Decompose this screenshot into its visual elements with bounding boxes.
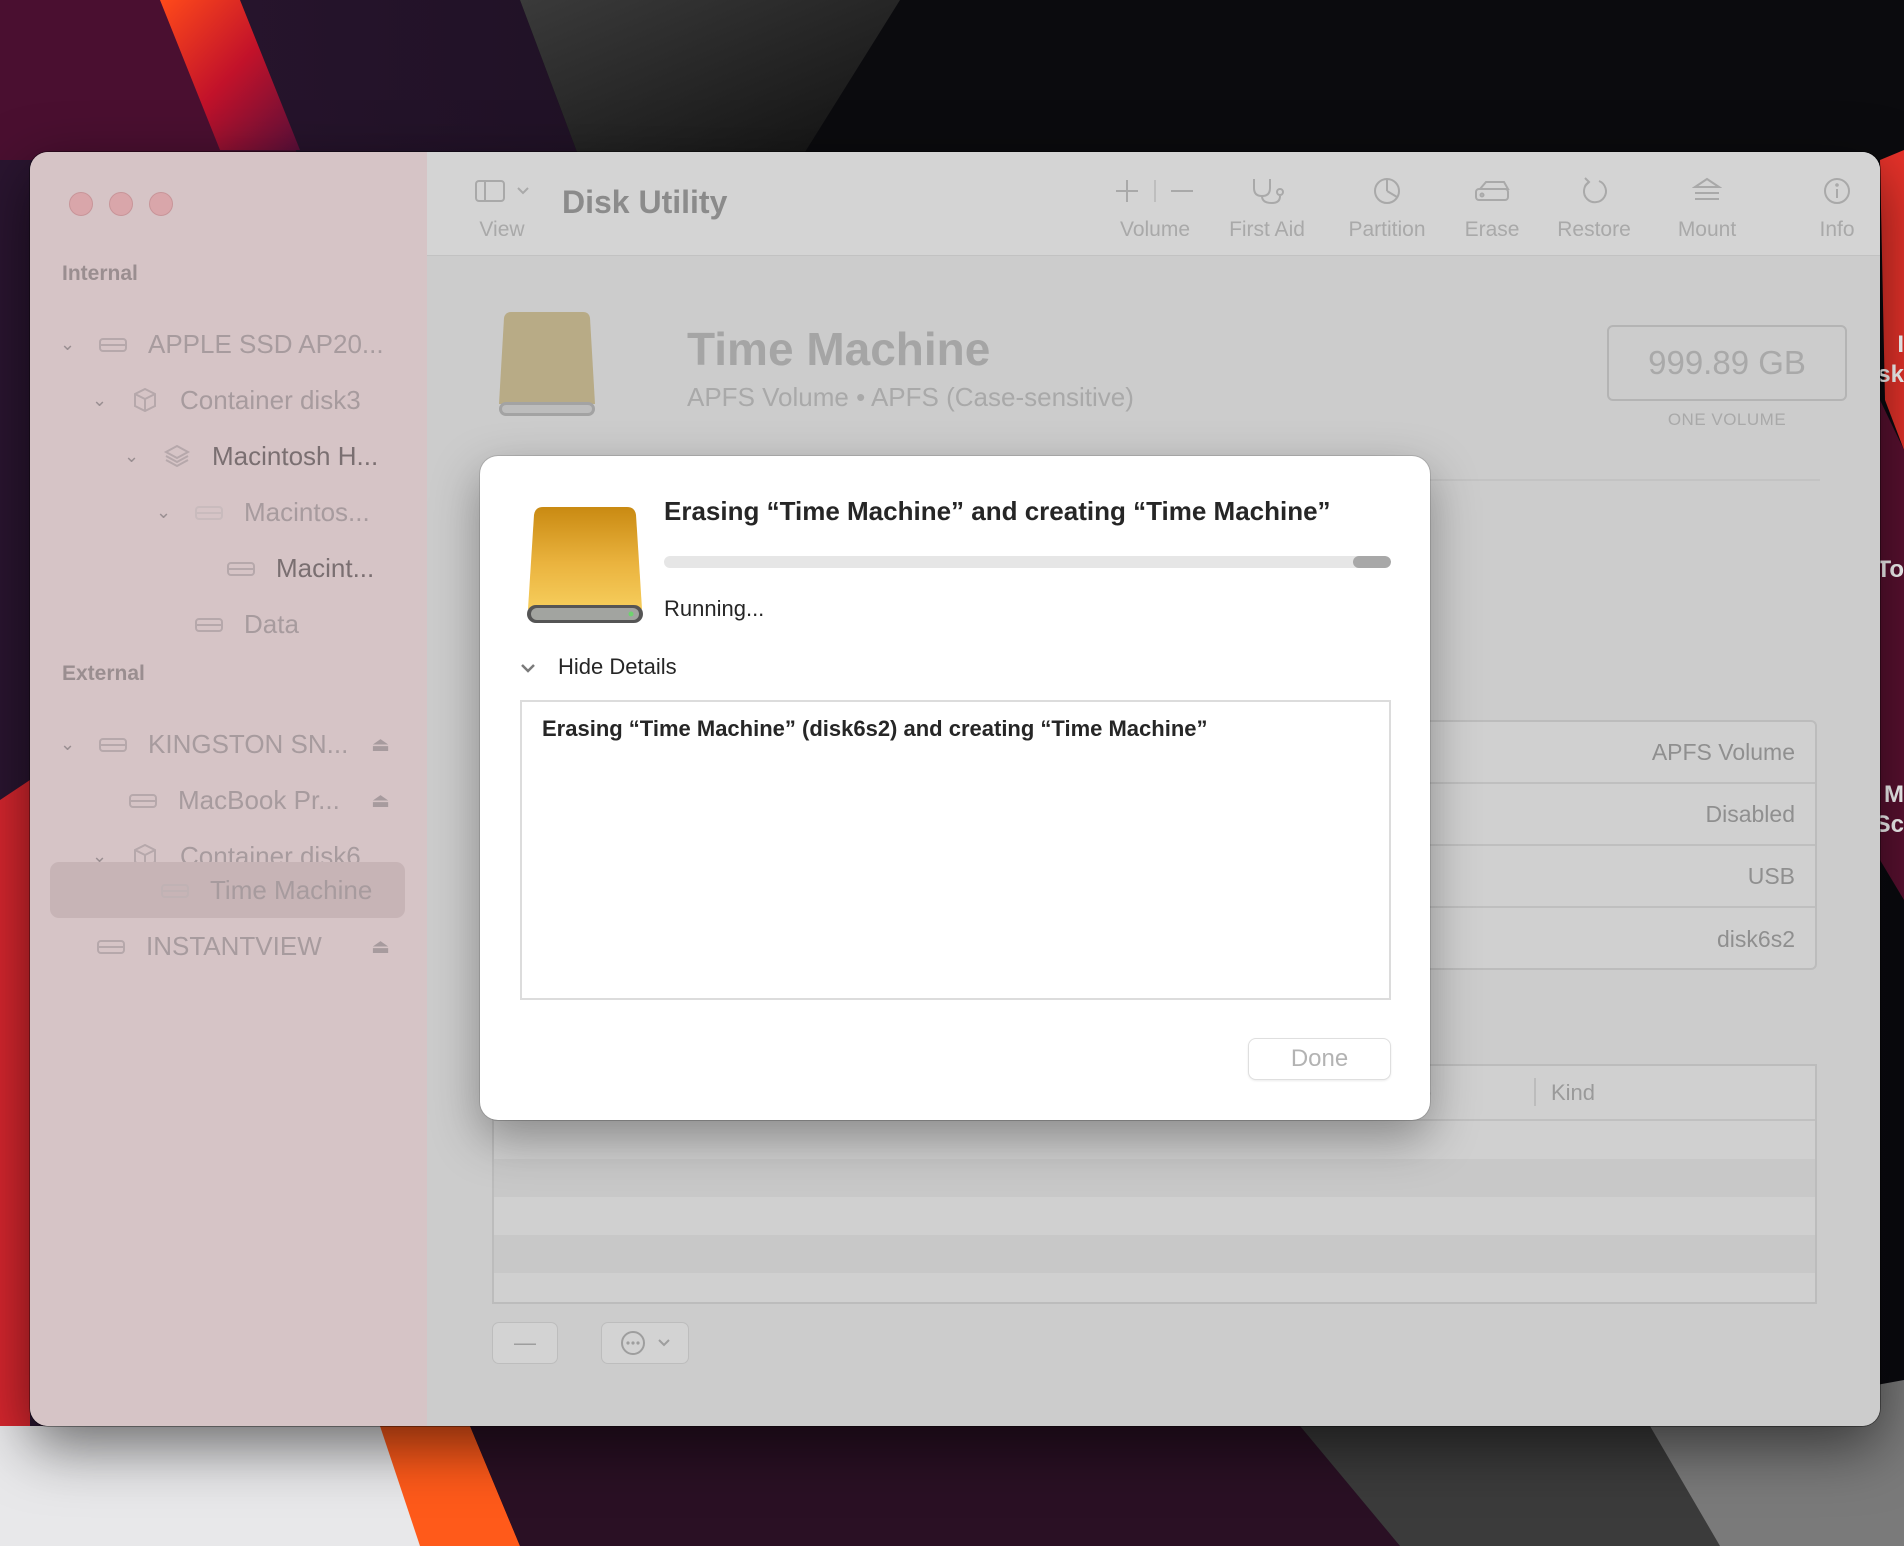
progress-bar (664, 556, 1391, 568)
sidebar-item-label: INSTANTVIEW (146, 930, 322, 961)
sidebar-item-label: Time Machine (210, 874, 373, 905)
dialog-title: Erasing “Time Machine” and creating “Tim… (664, 496, 1331, 526)
capacity-value: 999.89 GB (1607, 325, 1847, 401)
erase-progress-dialog: Erasing “Time Machine” and creating “Tim… (480, 456, 1430, 1120)
sidebar-item-macintosh-volume[interactable]: Macint... (224, 546, 414, 590)
sidebar-item-macintosh-snapshot[interactable]: ⌄ Macintos... (156, 490, 416, 534)
more-actions-button[interactable] (601, 1322, 689, 1364)
first-aid-button[interactable]: First Aid (1217, 174, 1317, 242)
info-button[interactable]: Info (1807, 174, 1867, 242)
sidebar-item-macintosh-hd[interactable]: ⌄ Macintosh H... (124, 434, 414, 478)
table-row (494, 1159, 1815, 1197)
hide-details-label: Hide Details (558, 654, 677, 679)
column-header-kind[interactable]: Kind (1551, 1080, 1595, 1106)
external-drive-icon (527, 507, 643, 623)
sidebar-item-label: Container disk3 (180, 384, 361, 415)
erase-button[interactable]: Erase (1452, 174, 1532, 242)
zoom-button[interactable] (149, 192, 173, 216)
toolbar: View Disk Utility Volume First Aid Parti (427, 152, 1880, 256)
eject-icon[interactable]: ⏏ (371, 732, 390, 757)
drive-icon (96, 332, 130, 356)
info-icon (1807, 174, 1867, 208)
volume-stack-icon (160, 444, 194, 468)
sidebar-item-macbook-pro[interactable]: MacBook Pr... ⏏ (126, 778, 390, 822)
drive-icon (158, 878, 192, 902)
window-controls (69, 192, 173, 216)
eraser-icon (1452, 174, 1532, 208)
desktop-label-fragment: Isk (1877, 331, 1904, 388)
progress-fill (1353, 556, 1391, 568)
add-remove-icon (1110, 174, 1200, 208)
drive-icon (94, 934, 128, 958)
sidebar-toggle-icon (467, 174, 537, 208)
view-button[interactable]: View (467, 174, 537, 242)
sidebar-header-internal: Internal (62, 262, 138, 285)
chevron-down-icon[interactable]: ⌄ (60, 734, 82, 755)
details-log[interactable]: Erasing “Time Machine” (disk6s2) and cre… (520, 700, 1391, 1000)
capacity-label: ONE VOLUME (1667, 410, 1787, 429)
restore-arrow-icon (1544, 174, 1644, 208)
chevron-down-icon[interactable]: ⌄ (60, 334, 82, 355)
drive-icon (224, 556, 258, 580)
remove-button[interactable]: — (492, 1322, 558, 1364)
volume-name: Time Machine (687, 323, 991, 375)
sidebar: Internal ⌄ APPLE SSD AP20... ⌄ Container… (30, 152, 427, 1426)
chevron-down-icon (520, 654, 536, 680)
sidebar-item-label: APPLE SSD AP20... (148, 328, 384, 359)
status-text: Running... (664, 596, 765, 621)
sidebar-item-instantview[interactable]: INSTANTVIEW ⏏ (94, 924, 390, 968)
pie-chart-icon (1337, 174, 1437, 208)
chevron-down-icon[interactable]: ⌄ (92, 390, 114, 411)
eject-icon[interactable]: ⏏ (371, 788, 390, 813)
drive-icon (192, 500, 226, 524)
drive-icon (96, 732, 130, 756)
sidebar-item-label: MacBook Pr... (178, 784, 340, 815)
chevron-down-icon[interactable]: ⌄ (156, 502, 178, 523)
minimize-button[interactable] (109, 192, 133, 216)
drive-icon (192, 612, 226, 636)
sidebar-item-label: KINGSTON SN... (148, 728, 349, 759)
done-button[interactable]: Done (1248, 1038, 1391, 1080)
minus-icon: — (514, 1330, 536, 1355)
external-drive-icon (499, 312, 595, 416)
hide-details-toggle[interactable]: Hide Details (520, 654, 677, 680)
sidebar-item-label: Macintosh H... (212, 440, 379, 471)
restore-button[interactable]: Restore (1544, 174, 1644, 242)
column-separator (1534, 1078, 1536, 1106)
table-row (494, 1235, 1815, 1273)
sidebar-item-kingston[interactable]: ⌄ KINGSTON SN... ⏏ (60, 722, 390, 766)
window-title: Disk Utility (562, 184, 728, 220)
chevron-down-icon[interactable]: ⌄ (124, 446, 146, 467)
details-log-text: Erasing “Time Machine” (disk6s2) and cre… (542, 716, 1208, 741)
mount-button[interactable]: Mount (1662, 174, 1752, 242)
sidebar-header-external: External (62, 662, 145, 685)
close-button[interactable] (69, 192, 93, 216)
volume-button[interactable]: Volume (1110, 174, 1200, 242)
volume-subtitle: APFS Volume • APFS (Case-sensitive) (687, 382, 1134, 412)
partition-button[interactable]: Partition (1337, 174, 1437, 242)
eject-icon[interactable]: ⏏ (371, 934, 390, 959)
container-icon (128, 387, 162, 413)
sidebar-item-apple-ssd[interactable]: ⌄ APPLE SSD AP20... (60, 322, 410, 366)
stethoscope-icon (1217, 174, 1317, 208)
desktop-label-fragment: To (1876, 556, 1904, 583)
sidebar-item-label: Macint... (276, 552, 375, 583)
drive-icon (126, 788, 160, 812)
sidebar-item-data[interactable]: Data (192, 602, 412, 646)
sidebar-item-time-machine[interactable]: Time Machine (158, 868, 398, 912)
sidebar-item-label: Data (244, 608, 299, 639)
sidebar-item-label: Macintos... (244, 496, 370, 527)
sidebar-item-container-disk3[interactable]: ⌄ Container disk3 (92, 378, 412, 422)
ellipsis-circle-icon (619, 1329, 671, 1357)
mount-icon (1662, 174, 1752, 208)
